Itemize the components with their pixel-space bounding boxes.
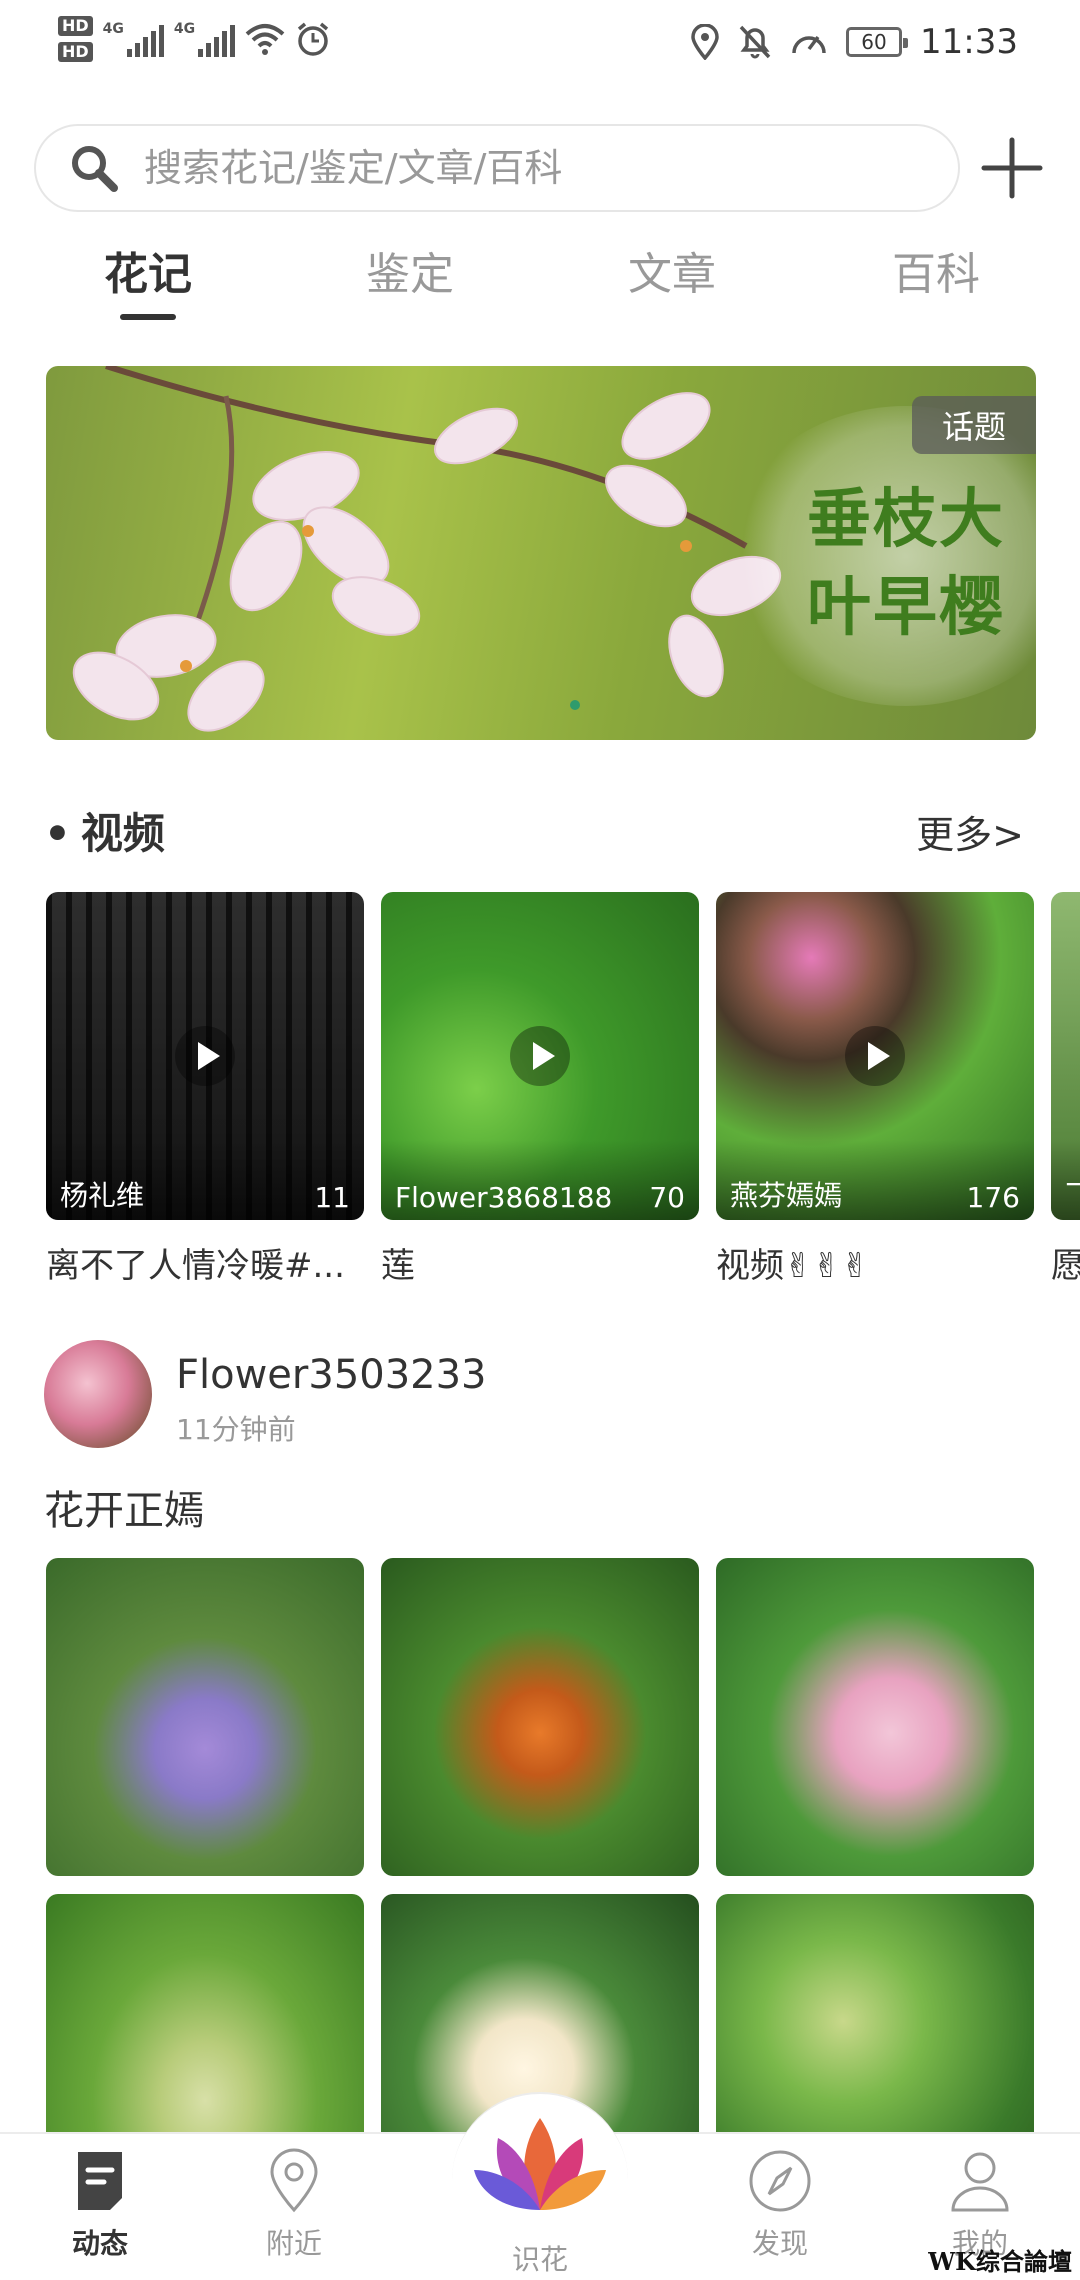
person-icon xyxy=(951,2152,1009,2212)
tab-bar: 花记 鉴定 文章 百科 xyxy=(0,238,1080,328)
video-section-header: 视频 更多> xyxy=(44,800,1024,860)
video-author: 杨礼维 xyxy=(60,1179,145,1212)
video-thumbnail: 燕芬嫣嫣 176 xyxy=(716,892,1034,1220)
video-card[interactable]: 飞 愿 xyxy=(1051,892,1080,1287)
nav-dongtai[interactable]: 动态 xyxy=(20,2148,180,2262)
video-card[interactable]: Flower3868188 70 莲 xyxy=(381,892,699,1287)
video-card[interactable]: 燕芬嫣嫣 176 视频✌✌✌ xyxy=(716,892,1034,1287)
watermark: WK综合論壇 xyxy=(928,2247,1072,2276)
video-count: 11 xyxy=(314,1181,350,1214)
add-icon[interactable] xyxy=(980,136,1044,200)
video-count: 70 xyxy=(649,1181,685,1214)
post-text: 花开正嫣 xyxy=(44,1488,204,1534)
video-author: Flower3868188 xyxy=(395,1181,613,1214)
signal-icon: 4G xyxy=(103,21,164,57)
battery-icon: 60 xyxy=(846,27,909,57)
location-status-icon xyxy=(691,24,719,60)
topic-banner[interactable]: 话题 垂枝大叶早樱 xyxy=(46,366,1036,740)
lotus-icon xyxy=(474,2118,606,2210)
topic-badge: 话题 xyxy=(911,396,1036,454)
video-author: 燕芬嫣嫣 xyxy=(730,1179,843,1212)
alarm-icon xyxy=(298,22,329,56)
section-title: 视频 xyxy=(44,800,165,861)
nav-fujin[interactable]: 附近 xyxy=(214,2148,374,2262)
more-link[interactable]: 更多> xyxy=(916,804,1024,859)
wifi-icon xyxy=(245,24,285,55)
video-thumbnail: 飞 xyxy=(1051,892,1080,1220)
play-icon xyxy=(510,1026,570,1086)
nav-faxian[interactable]: 发现 xyxy=(700,2148,860,2262)
video-count: 176 xyxy=(966,1181,1020,1214)
carousel-indicator xyxy=(570,700,580,710)
signal-icon-2: 4G xyxy=(174,21,236,57)
video-carousel[interactable]: 杨礼维 11 离不了人情冷暖#... Flower3868188 70 莲 燕芬… xyxy=(46,892,1080,1292)
clock: 11:33 xyxy=(920,22,1018,62)
search-icon xyxy=(72,146,118,192)
video-thumbnail: Flower3868188 70 xyxy=(381,892,699,1220)
mute-icon xyxy=(739,25,771,59)
play-icon xyxy=(175,1026,235,1086)
video-thumbnail: 杨礼维 11 xyxy=(46,892,364,1220)
video-title: 视频✌✌✌ xyxy=(716,1246,870,1286)
nav-shihua-label: 识花 xyxy=(511,2243,568,2276)
avatar[interactable] xyxy=(44,1340,152,1448)
banner-title: 垂枝大叶早樱 xyxy=(807,483,1005,645)
play-icon xyxy=(845,1026,905,1086)
video-card[interactable]: 杨礼维 11 离不了人情冷暖#... xyxy=(46,892,364,1287)
hd-indicator: HD HD xyxy=(58,16,93,62)
post-image[interactable] xyxy=(716,1558,1034,1876)
video-author: 飞 xyxy=(1065,1179,1080,1212)
tab-baike[interactable]: 百科 xyxy=(846,238,1026,302)
location-icon xyxy=(270,2148,318,2213)
speed-icon xyxy=(792,35,826,54)
tab-huaji[interactable]: 花记 xyxy=(58,238,238,320)
post-username[interactable]: Flower3503233 xyxy=(176,1352,487,1398)
tab-indicator xyxy=(120,314,176,320)
search-bar[interactable] xyxy=(34,124,960,212)
post-time: 11分钟前 xyxy=(176,1413,296,1446)
compass-icon xyxy=(749,2150,811,2212)
doc-icon xyxy=(78,2152,122,2210)
video-title: 离不了人情冷暖#... xyxy=(46,1246,345,1286)
video-title: 莲 xyxy=(381,1246,415,1286)
tab-jianding[interactable]: 鉴定 xyxy=(320,238,500,302)
tab-wenzhang[interactable]: 文章 xyxy=(582,238,762,302)
post-image[interactable] xyxy=(46,1558,364,1876)
status-bar: HD HD 4G 4G 60 11:33 xyxy=(0,0,1080,90)
search-input[interactable] xyxy=(144,146,904,190)
post-image[interactable] xyxy=(381,1558,699,1876)
video-title: 愿 xyxy=(1051,1238,1080,1287)
